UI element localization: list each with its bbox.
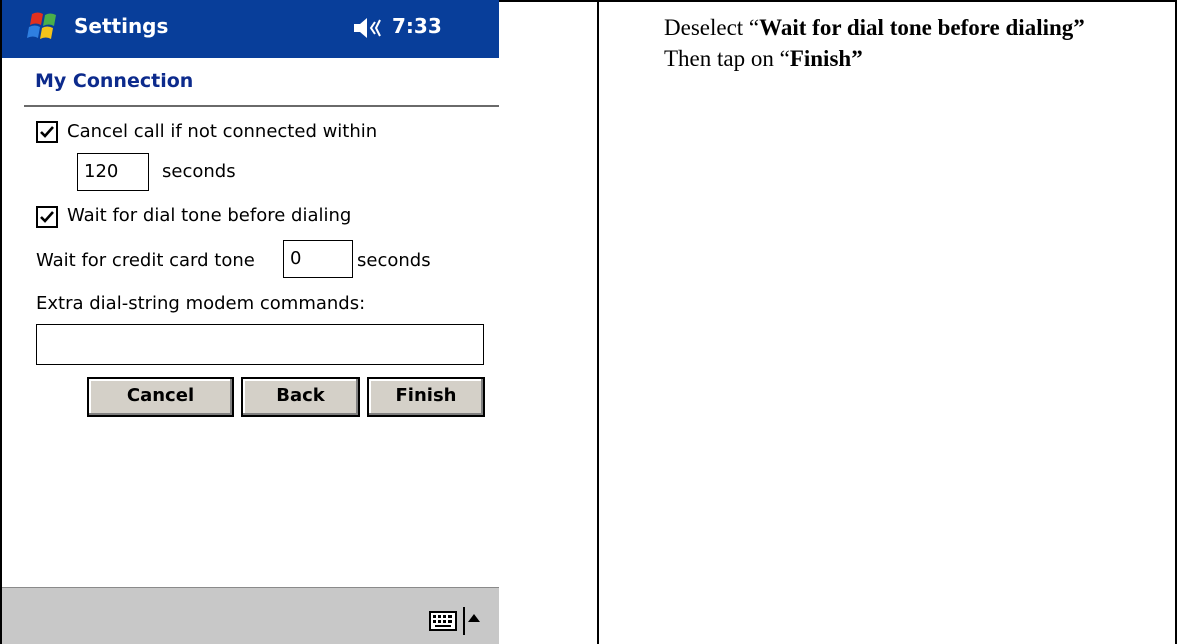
seconds-label: seconds: [162, 161, 236, 182]
speaker-icon[interactable]: [352, 13, 386, 43]
pocketpc-screen: Settings 7:33 My Connection Cancel call …: [2, 0, 499, 644]
checkmark-icon: [40, 211, 54, 223]
checkmark-icon: [40, 126, 54, 138]
navigation-bar: Settings 7:33: [2, 0, 499, 58]
clock[interactable]: 7:33: [392, 14, 442, 38]
credit-seconds-label: seconds: [357, 250, 431, 271]
keyboard-icon[interactable]: [429, 611, 457, 631]
command-bar: [2, 587, 499, 644]
finish-button[interactable]: Finish: [367, 377, 485, 417]
credit-card-tone-field[interactable]: 0: [283, 240, 353, 278]
instruction-line-1: Deselect “Wait for dial tone before dial…: [664, 12, 1164, 43]
extra-commands-label: Extra dial-string modem commands:: [36, 293, 366, 314]
wait-dial-tone-label: Wait for dial tone before dialing: [67, 205, 352, 226]
page-title: My Connection: [35, 70, 194, 92]
input-separator: [463, 607, 465, 635]
extra-commands-input[interactable]: [36, 324, 484, 365]
table-border-middle: [597, 0, 599, 644]
back-button[interactable]: Back: [241, 377, 360, 417]
windows-start-icon[interactable]: [24, 8, 64, 48]
cancel-call-checkbox[interactable]: [36, 121, 58, 143]
instruction-1-bold: Wait for dial tone before dialing”: [759, 15, 1085, 40]
instruction-2-prefix: Then tap on “: [664, 46, 790, 71]
instruction-1-prefix: Deselect “: [664, 15, 760, 40]
credit-card-tone-label: Wait for credit card tone: [36, 250, 255, 271]
up-arrow-icon[interactable]: [468, 614, 480, 622]
wait-dial-tone-checkbox[interactable]: [36, 206, 58, 228]
cancel-call-label: Cancel call if not connected within: [67, 121, 378, 142]
instruction-line-2: Then tap on “Finish”: [664, 43, 1164, 74]
app-title: Settings: [74, 14, 169, 38]
cancel-timeout-field[interactable]: 120: [77, 153, 149, 191]
instruction-2-bold: Finish”: [789, 46, 863, 71]
title-divider: [24, 105, 499, 107]
cancel-button[interactable]: Cancel: [87, 377, 234, 417]
instructions: Deselect “Wait for dial tone before dial…: [664, 12, 1164, 74]
